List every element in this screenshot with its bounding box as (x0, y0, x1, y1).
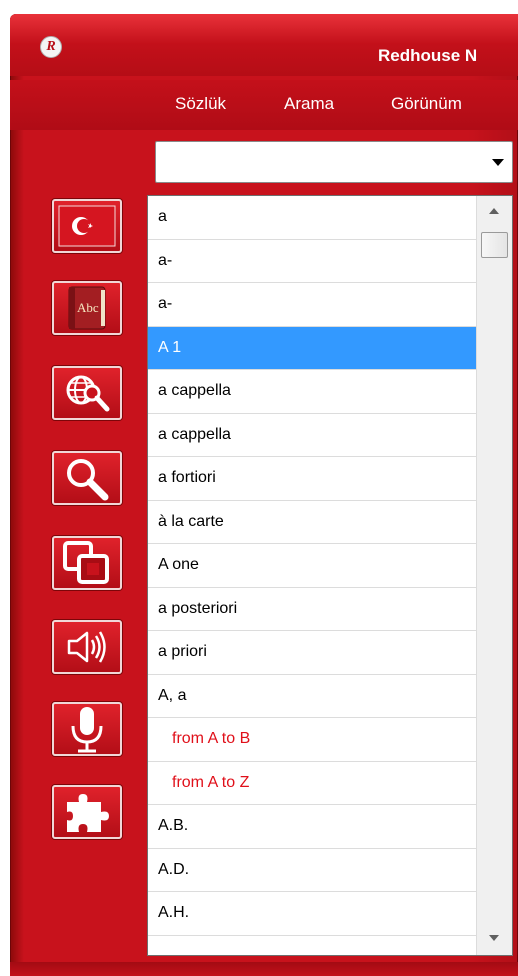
search-button[interactable] (52, 451, 122, 505)
menu-arama[interactable]: Arama (284, 94, 334, 114)
word-list[interactable]: a a-a- A 1a cappella a cappella a fortiori à … (147, 195, 513, 956)
window-title: Redhouse N (378, 46, 478, 65)
pronunciation-button[interactable] (52, 620, 122, 674)
speaker-icon (67, 631, 106, 663)
scroll-up-arrow-icon[interactable] (489, 208, 499, 214)
list-item[interactable]: A.D. (148, 849, 476, 892)
voice-input-button[interactable] (52, 702, 122, 756)
chevron-down-icon[interactable] (492, 159, 504, 166)
web-search-button[interactable] (52, 366, 122, 420)
word-list-rows: a a-a- A 1a cappella a cappella a fortiori à … (148, 196, 476, 936)
svg-text:Abc: Abc (77, 300, 99, 315)
globe-search-icon (66, 375, 110, 412)
list-item[interactable]: a cappella (148, 414, 476, 457)
search-combobox[interactable] (155, 141, 513, 183)
microphone-icon (71, 707, 103, 753)
list-item[interactable]: a priori (148, 631, 476, 675)
title-bar[interactable] (10, 14, 518, 76)
copy-squares-icon (63, 541, 109, 584)
list-item[interactable]: a (148, 196, 476, 240)
menu-gorunum[interactable]: Görünüm (391, 94, 462, 114)
window-bottom-bar (10, 962, 518, 976)
list-item[interactable]: A, a (148, 675, 476, 718)
copy-button[interactable] (52, 536, 122, 590)
list-item[interactable]: à la carte (148, 501, 476, 544)
english-dictionary-button[interactable]: Abc (52, 281, 122, 335)
puzzle-icon (67, 794, 109, 832)
scrollbar[interactable] (476, 196, 512, 955)
list-item[interactable]: a posteriori (148, 588, 476, 631)
games-button[interactable] (52, 785, 122, 839)
list-item[interactable]: from A to B (148, 718, 476, 762)
list-item[interactable]: A one (148, 544, 476, 588)
scrollbar-thumb[interactable] (481, 232, 508, 258)
list-item[interactable]: from A to Z (148, 762, 476, 805)
app-logo-icon[interactable]: R (40, 36, 62, 58)
list-item[interactable]: a- (148, 283, 476, 327)
magnifier-icon (67, 459, 109, 501)
app-window: R Redhouse N Sözlük Arama Görünüm Abc a … (0, 0, 518, 976)
list-item[interactable]: a fortiori (148, 457, 476, 501)
turkish-dictionary-button[interactable] (52, 199, 122, 253)
turkish-flag-icon (58, 205, 116, 247)
list-item[interactable]: a- (148, 240, 476, 283)
list-item[interactable]: A.H. (148, 892, 476, 936)
menu-sozluk[interactable]: Sözlük (175, 94, 226, 114)
scroll-down-arrow-icon[interactable] (489, 935, 499, 941)
list-item[interactable]: a cappella (148, 370, 476, 414)
list-item[interactable]: A.B. (148, 805, 476, 849)
list-item[interactable]: A 1 (148, 326, 476, 370)
abc-book-icon: Abc (68, 286, 106, 330)
